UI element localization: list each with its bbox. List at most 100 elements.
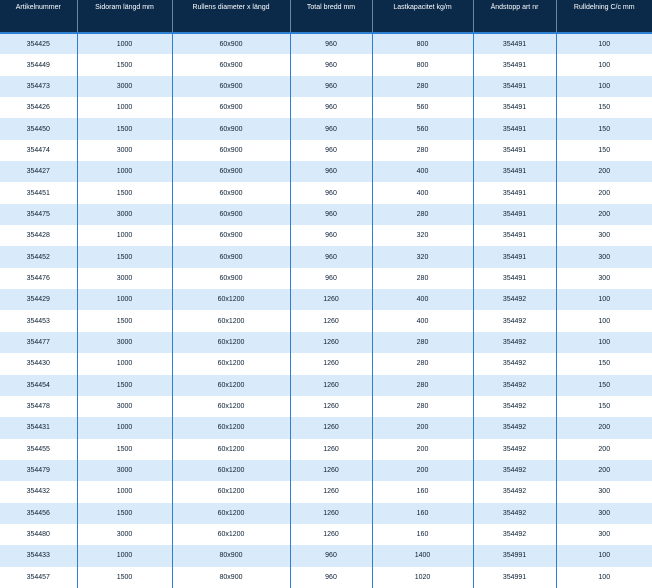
cell-roller-pitch: 100 bbox=[556, 331, 652, 354]
cell-load-capacity: 800 bbox=[372, 33, 474, 55]
cell-load-capacity: 280 bbox=[372, 267, 474, 290]
table-row: 354450 1500 60x900 960 560 354491 150 bbox=[0, 118, 652, 140]
cell-load-capacity: 280 bbox=[372, 353, 474, 375]
cell-roller-diameter-length: 60x1200 bbox=[172, 289, 291, 311]
table-row: 354428 1000 60x900 960 320 354491 300 bbox=[0, 225, 652, 247]
cell-total-width: 960 bbox=[290, 182, 373, 204]
cell-roller-pitch: 100 bbox=[556, 54, 652, 76]
cell-roller-pitch: 100 bbox=[556, 566, 652, 588]
cell-side-frame-length: 3000 bbox=[77, 395, 173, 418]
cell-article-number: 354455 bbox=[0, 438, 78, 460]
cell-end-stop-article: 354491 bbox=[473, 54, 557, 76]
cell-roller-diameter-length: 60x900 bbox=[172, 139, 291, 162]
cell-roller-pitch: 100 bbox=[556, 310, 652, 332]
cell-total-width: 960 bbox=[290, 75, 373, 98]
cell-roller-pitch: 100 bbox=[556, 289, 652, 311]
cell-side-frame-length: 1500 bbox=[77, 374, 173, 396]
cell-article-number: 354450 bbox=[0, 118, 78, 140]
cell-roller-pitch: 150 bbox=[556, 353, 652, 375]
cell-roller-pitch: 150 bbox=[556, 118, 652, 140]
cell-roller-pitch: 300 bbox=[556, 225, 652, 247]
cell-end-stop-article: 354492 bbox=[473, 481, 557, 503]
cell-side-frame-length: 3000 bbox=[77, 459, 173, 482]
table-row: 354449 1500 60x900 960 800 354491 100 bbox=[0, 54, 652, 76]
cell-article-number: 354477 bbox=[0, 331, 78, 354]
cell-roller-diameter-length: 60x900 bbox=[172, 75, 291, 98]
cell-side-frame-length: 1000 bbox=[77, 417, 173, 439]
cell-total-width: 1260 bbox=[290, 374, 373, 396]
cell-load-capacity: 200 bbox=[372, 438, 474, 460]
cell-article-number: 354453 bbox=[0, 310, 78, 332]
cell-total-width: 1260 bbox=[290, 331, 373, 354]
cell-end-stop-article: 354492 bbox=[473, 523, 557, 546]
cell-total-width: 1260 bbox=[290, 502, 373, 524]
cell-roller-diameter-length: 60x1200 bbox=[172, 523, 291, 546]
table-row: 354433 1000 80x900 960 1400 354991 100 bbox=[0, 545, 652, 567]
table-body: 354425 1000 60x900 960 800 354491 100 354449 150… bbox=[0, 33, 652, 588]
table-row: 354431 1000 60x1200 1260 200 354492 200 bbox=[0, 417, 652, 439]
cell-side-frame-length: 1000 bbox=[77, 33, 173, 55]
header-load-capacity: Lastkapacitet kg/m bbox=[372, 0, 474, 34]
cell-side-frame-length: 1000 bbox=[77, 353, 173, 375]
cell-total-width: 960 bbox=[290, 267, 373, 290]
cell-article-number: 354449 bbox=[0, 54, 78, 76]
cell-side-frame-length: 3000 bbox=[77, 331, 173, 354]
cell-roller-pitch: 300 bbox=[556, 502, 652, 524]
cell-total-width: 1260 bbox=[290, 353, 373, 375]
cell-total-width: 960 bbox=[290, 246, 373, 268]
cell-load-capacity: 160 bbox=[372, 523, 474, 546]
cell-roller-pitch: 200 bbox=[556, 417, 652, 439]
cell-load-capacity: 1020 bbox=[372, 566, 474, 588]
cell-article-number: 354475 bbox=[0, 203, 78, 226]
table-header: Artikelnummer Sidoram längd mm Rullens d… bbox=[0, 0, 652, 34]
cell-roller-pitch: 100 bbox=[556, 75, 652, 98]
cell-roller-diameter-length: 60x900 bbox=[172, 161, 291, 183]
cell-side-frame-length: 1500 bbox=[77, 310, 173, 332]
cell-roller-pitch: 200 bbox=[556, 203, 652, 226]
table-row: 354429 1000 60x1200 1260 400 354492 100 bbox=[0, 289, 652, 311]
table-row: 354476 3000 60x900 960 280 354491 300 bbox=[0, 267, 652, 290]
cell-article-number: 354480 bbox=[0, 523, 78, 546]
cell-load-capacity: 200 bbox=[372, 417, 474, 439]
cell-total-width: 1260 bbox=[290, 481, 373, 503]
cell-load-capacity: 280 bbox=[372, 75, 474, 98]
cell-article-number: 354452 bbox=[0, 246, 78, 268]
cell-roller-pitch: 100 bbox=[556, 545, 652, 567]
cell-roller-pitch: 100 bbox=[556, 33, 652, 55]
cell-end-stop-article: 354491 bbox=[473, 225, 557, 247]
cell-article-number: 354476 bbox=[0, 267, 78, 290]
cell-roller-pitch: 200 bbox=[556, 182, 652, 204]
cell-side-frame-length: 1000 bbox=[77, 97, 173, 119]
cell-total-width: 960 bbox=[290, 54, 373, 76]
cell-total-width: 1260 bbox=[290, 417, 373, 439]
cell-load-capacity: 400 bbox=[372, 289, 474, 311]
cell-article-number: 354433 bbox=[0, 545, 78, 567]
cell-side-frame-length: 1500 bbox=[77, 246, 173, 268]
header-roller-diameter-length: Rullens diameter x längd bbox=[172, 0, 291, 34]
cell-end-stop-article: 354492 bbox=[473, 417, 557, 439]
cell-side-frame-length: 3000 bbox=[77, 267, 173, 290]
cell-total-width: 1260 bbox=[290, 395, 373, 418]
cell-side-frame-length: 1000 bbox=[77, 545, 173, 567]
cell-end-stop-article: 354491 bbox=[473, 139, 557, 162]
cell-end-stop-article: 354491 bbox=[473, 75, 557, 98]
cell-total-width: 960 bbox=[290, 97, 373, 119]
table-row: 354426 1000 60x900 960 560 354491 150 bbox=[0, 97, 652, 119]
cell-roller-pitch: 150 bbox=[556, 395, 652, 418]
cell-roller-diameter-length: 80x900 bbox=[172, 545, 291, 567]
header-end-stop-article: Ändstopp art nr bbox=[473, 0, 557, 34]
cell-article-number: 354429 bbox=[0, 289, 78, 311]
cell-total-width: 960 bbox=[290, 566, 373, 588]
cell-total-width: 960 bbox=[290, 203, 373, 226]
table-row: 354451 1500 60x900 960 400 354491 200 bbox=[0, 182, 652, 204]
cell-side-frame-length: 3000 bbox=[77, 203, 173, 226]
cell-load-capacity: 160 bbox=[372, 502, 474, 524]
cell-article-number: 354430 bbox=[0, 353, 78, 375]
cell-roller-pitch: 150 bbox=[556, 139, 652, 162]
cell-roller-pitch: 300 bbox=[556, 267, 652, 290]
cell-side-frame-length: 1000 bbox=[77, 289, 173, 311]
cell-roller-diameter-length: 60x1200 bbox=[172, 374, 291, 396]
cell-load-capacity: 560 bbox=[372, 97, 474, 119]
cell-total-width: 1260 bbox=[290, 523, 373, 546]
cell-article-number: 354427 bbox=[0, 161, 78, 183]
